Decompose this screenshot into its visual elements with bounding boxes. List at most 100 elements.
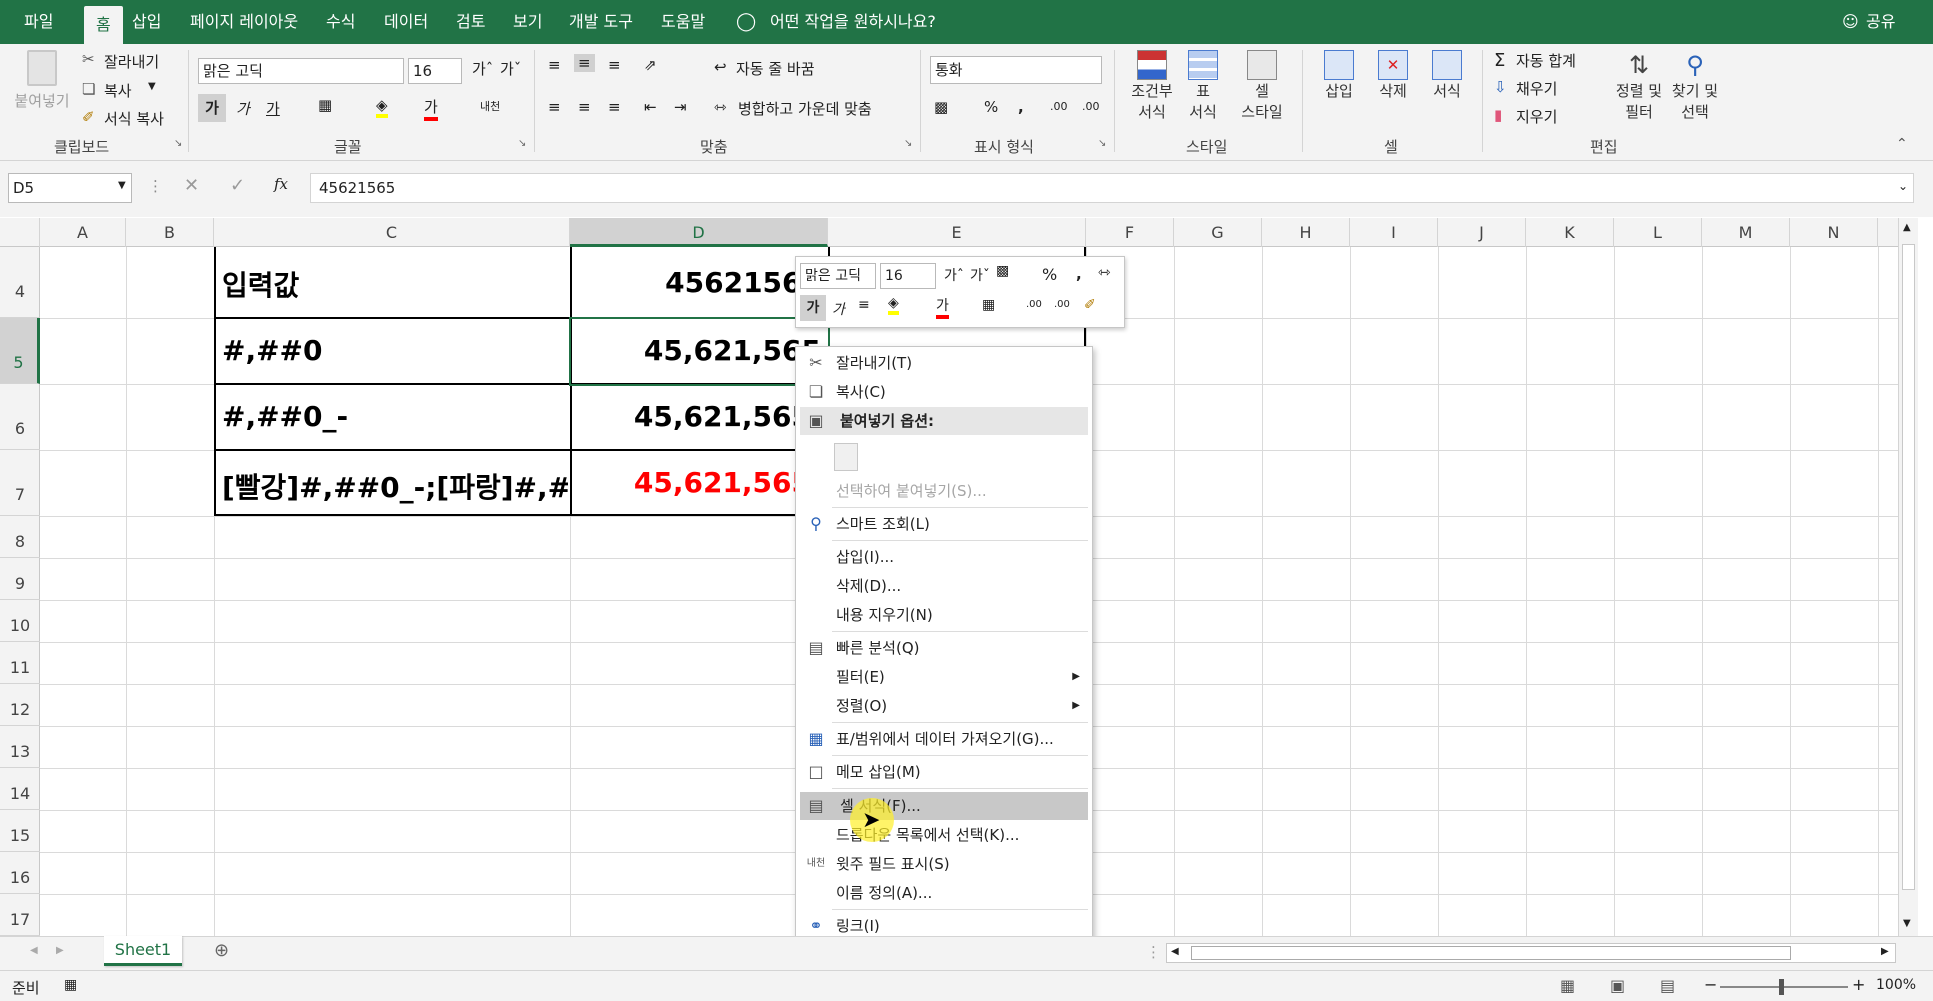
grow-font-icon[interactable]: 가ˆ (944, 265, 964, 285)
zoom-slider[interactable] (1720, 986, 1848, 988)
align-top-icon[interactable]: ≡ (548, 56, 561, 74)
row-header[interactable]: 14 (0, 768, 40, 810)
row-header[interactable]: 6 (0, 384, 40, 450)
mini-size-box[interactable]: 16 (880, 263, 936, 289)
cell-d7[interactable]: 45,621,565 (575, 466, 811, 499)
dialog-launcher-icon[interactable]: ↘ (1098, 138, 1106, 149)
zoom-out-icon[interactable]: − (1704, 975, 1717, 994)
menu-item-copy[interactable]: ❏ 복사(C) (796, 378, 1092, 406)
menu-item-pick-list[interactable]: 드롭다운 목록에서 선택(K)... (796, 821, 1092, 849)
percent-icon[interactable]: % (1042, 265, 1057, 284)
orientation-icon[interactable]: ⇗ (644, 56, 657, 74)
menu-item-sort[interactable]: 정렬(O) ▶ (796, 692, 1092, 720)
cell-c4[interactable]: 입력값 (222, 264, 562, 304)
row-header[interactable]: 11 (0, 642, 40, 684)
increase-indent-icon[interactable]: ⇥ (674, 98, 687, 116)
menu-item-phonetic[interactable]: 내천 윗주 필드 표시(S) (796, 850, 1092, 878)
cell-d4[interactable]: 45621565 (575, 266, 821, 299)
font-color-icon[interactable]: 가 (424, 96, 438, 121)
conditional-format-button[interactable]: 조건부 서식 (1124, 50, 1180, 122)
tab-help[interactable]: 도움말 (661, 0, 705, 44)
row-header[interactable]: 8 (0, 516, 40, 558)
fill-color-icon[interactable]: ◈ (888, 295, 899, 315)
autosum-button[interactable]: 자동 합계 (1516, 50, 1576, 71)
column-header[interactable]: F (1086, 218, 1174, 247)
menu-item-clear[interactable]: 내용 지우기(N) (796, 601, 1092, 629)
expand-formula-icon[interactable]: ⌄ (1898, 179, 1908, 193)
select-all-corner[interactable] (0, 218, 40, 247)
italic-button[interactable]: 가 (832, 299, 845, 319)
dialog-launcher-icon[interactable]: ↘ (904, 138, 912, 149)
decrease-indent-icon[interactable]: ⇤ (644, 98, 657, 116)
decrease-decimal-icon[interactable]: .00 (1082, 100, 1100, 113)
row-header[interactable]: 10 (0, 600, 40, 642)
font-color-icon[interactable]: 가 (936, 295, 949, 319)
tab-formulas[interactable]: 수식 (326, 0, 355, 44)
tab-review[interactable]: 검토 (456, 0, 485, 44)
sheet-tab[interactable]: Sheet1 (104, 936, 182, 966)
cell-d5[interactable]: 45,621,565 (575, 334, 821, 367)
tab-insert[interactable]: 삽입 (132, 0, 161, 44)
cell-styles-button[interactable]: 셀 스타일 (1232, 50, 1292, 122)
format-painter-button[interactable]: 서식 복사 (104, 108, 164, 129)
menu-item-get-data[interactable]: ▦ 표/범위에서 데이터 가져오기(G)... (796, 725, 1092, 753)
column-header[interactable]: I (1350, 218, 1438, 247)
row-header[interactable]: 15 (0, 810, 40, 852)
percent-icon[interactable]: % (984, 98, 998, 116)
align-center-icon[interactable]: ≡ (578, 98, 591, 116)
column-header-selected[interactable]: D (570, 218, 828, 247)
row-header[interactable]: 16 (0, 852, 40, 894)
border-icon[interactable]: ▦ (982, 297, 995, 313)
menu-item-filter[interactable]: 필터(E) ▶ (796, 663, 1092, 691)
paste-button[interactable]: 붙여넣기 (14, 50, 70, 111)
page-break-view-icon[interactable]: ▤ (1660, 976, 1675, 995)
share-button[interactable]: 공유 (1866, 0, 1895, 44)
menu-item-delete[interactable]: 삭제(D)... (796, 572, 1092, 600)
row-header[interactable]: 9 (0, 558, 40, 600)
macro-record-icon[interactable]: ▦ (64, 977, 77, 993)
row-header[interactable]: 12 (0, 684, 40, 726)
vertical-scrollbar[interactable]: ▲ ▼ (1898, 218, 1918, 936)
wrap-text-button[interactable]: 자동 줄 바꿈 (736, 58, 815, 79)
fill-color-icon[interactable]: ◈ (376, 96, 388, 118)
cell-c6[interactable]: #,##0_- (222, 400, 562, 433)
enter-icon[interactable]: ✓ (230, 175, 245, 196)
merge-icon[interactable]: ⇿ (1098, 263, 1111, 281)
column-header[interactable]: A (40, 218, 126, 247)
format-cells-button[interactable]: 서식 (1422, 50, 1472, 101)
increase-decimal-icon[interactable]: .00 (1026, 299, 1042, 310)
prev-sheet-icon[interactable]: ◀ (30, 945, 38, 956)
shrink-font-icon[interactable]: 가ˇ (500, 58, 521, 79)
row-header[interactable]: 7 (0, 450, 40, 516)
delete-cells-button[interactable]: ✕ 삭제 (1368, 50, 1418, 101)
column-header[interactable]: J (1438, 218, 1526, 247)
bold-button[interactable]: 가 (800, 295, 826, 321)
scroll-left-icon[interactable]: ◀ (1171, 946, 1179, 957)
comma-icon[interactable]: , (1018, 98, 1024, 116)
row-header[interactable]: 17 (0, 894, 40, 936)
italic-button[interactable]: 가 (236, 98, 250, 119)
scrollbar-thumb[interactable] (1902, 244, 1915, 890)
cell-d6[interactable]: 45,621,565 (575, 400, 811, 433)
align-right-icon[interactable]: ≡ (608, 98, 621, 116)
menu-item-paste-special[interactable]: 선택하여 붙여넣기(S)... (796, 477, 1092, 505)
cancel-icon[interactable]: ✕ (184, 175, 199, 196)
scroll-right-icon[interactable]: ▶ (1881, 946, 1889, 957)
tab-view[interactable]: 보기 (513, 0, 542, 44)
insert-cells-button[interactable]: 삽입 (1314, 50, 1364, 101)
formula-input[interactable]: 45621565 (310, 173, 1914, 203)
row-header[interactable]: 4 (0, 247, 40, 318)
column-header[interactable]: L (1614, 218, 1702, 247)
dialog-launcher-icon[interactable]: ↘ (518, 138, 526, 149)
menu-item-define-name[interactable]: 이름 정의(A)... (796, 879, 1092, 907)
clear-button[interactable]: 지우기 (1516, 106, 1557, 127)
zoom-level[interactable]: 100% (1876, 977, 1916, 993)
normal-view-icon[interactable]: ▦ (1560, 976, 1575, 995)
chevron-down-icon[interactable]: ▼ (118, 180, 126, 191)
brush-icon[interactable]: ✐ (1084, 297, 1096, 313)
row-header[interactable]: 13 (0, 726, 40, 768)
bold-button[interactable]: 가 (198, 94, 226, 122)
fill-button[interactable]: 채우기 (1516, 78, 1557, 99)
dialog-launcher-icon[interactable]: ↘ (174, 138, 182, 149)
insert-function-icon[interactable]: fx (274, 175, 288, 193)
